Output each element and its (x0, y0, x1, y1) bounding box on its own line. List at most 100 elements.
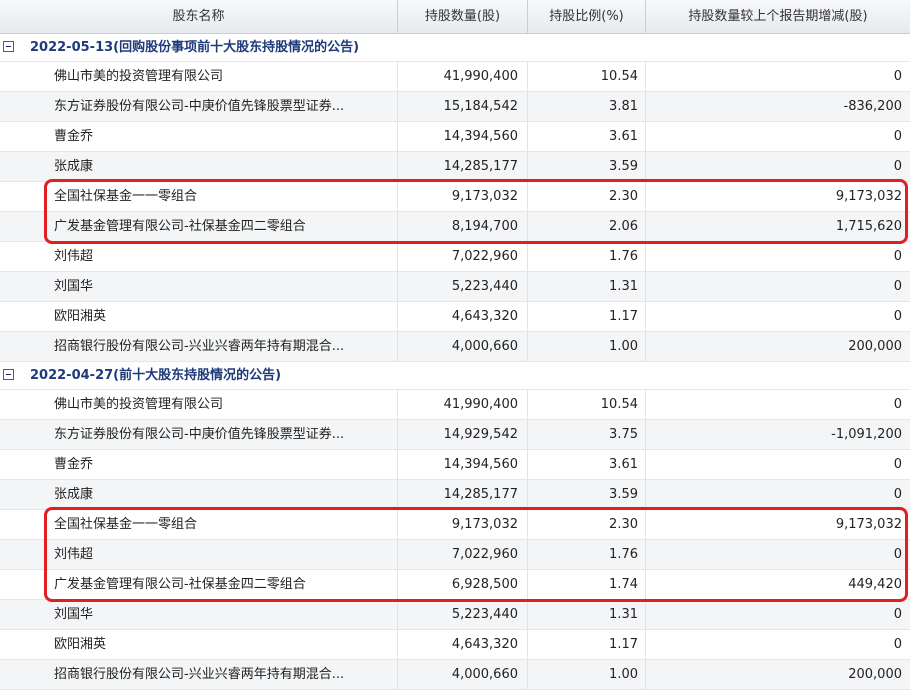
holding-ratio-cell: 1.74 (528, 570, 646, 599)
shares-held-cell: 14,285,177 (398, 152, 528, 181)
shares-change-cell: -1,091,200 (831, 427, 902, 442)
shareholder-name-cell: 刘伟超 (0, 242, 398, 271)
table-row[interactable]: 刘国华 5,223,440 1.31 0 (0, 600, 910, 630)
shares-held-cell: 4,643,320 (398, 630, 528, 659)
shareholder-name-cell: 欧阳湘英 (0, 630, 398, 659)
holding-ratio-cell: 1.17 (528, 302, 646, 331)
shares-change-cell: 0 (893, 547, 902, 562)
table-row[interactable]: 欧阳湘英 4,643,320 1.17 0 (0, 630, 910, 660)
table-row[interactable]: 曹金乔 14,394,560 3.61 0 (0, 450, 910, 480)
shares-held-cell: 41,990,400 (398, 62, 528, 91)
shareholder-name-cell: 佛山市美的投资管理有限公司 (0, 390, 398, 419)
holding-ratio-cell: 1.00 (528, 660, 646, 689)
holding-ratio-cell: 1.00 (528, 332, 646, 361)
table-row[interactable]: 招商银行股份有限公司-兴业兴睿两年持有期混合... 4,000,660 1.00 20… (0, 660, 910, 690)
table-row[interactable]: 全国社保基金一一零组合 9,173,032 2.30 9,173,032 (0, 510, 910, 540)
group-header[interactable]: 2022-04-27(前十大股东持股情况的公告) (0, 362, 910, 390)
table-row[interactable]: 曹金乔 14,394,560 3.61 0 (0, 122, 910, 152)
group-header[interactable]: 2022-05-13(回购股份事项前十大股东持股情况的公告) (0, 34, 910, 62)
shares-held-cell: 6,928,500 (398, 570, 528, 599)
column-header-ratio[interactable]: 持股比例(%) (528, 0, 646, 34)
shareholder-name-cell: 东方证券股份有限公司-中庚价值先锋股票型证券... (0, 92, 398, 121)
shares-change-cell: 9,173,032 (835, 189, 902, 204)
shares-held-cell: 14,285,177 (398, 480, 528, 509)
shareholder-name-cell: 曹金乔 (0, 122, 398, 151)
group-title: 2022-04-27(前十大股东持股情况的公告) (30, 368, 282, 383)
table-row[interactable]: 刘伟超 7,022,960 1.76 0 (0, 242, 910, 272)
holding-ratio-cell: 1.31 (528, 600, 646, 629)
shares-held-cell: 7,022,960 (398, 540, 528, 569)
column-header-change[interactable]: 持股数量较上个报告期增减(股) (646, 0, 910, 34)
shares-held-cell: 5,223,440 (398, 272, 528, 301)
shares-held-cell: 14,394,560 (398, 450, 528, 479)
shares-change-cell: 0 (893, 637, 902, 652)
table-row[interactable]: 张成康 14,285,177 3.59 0 (0, 152, 910, 182)
collapse-toggle-icon[interactable] (3, 41, 14, 52)
shareholder-name-cell: 广发基金管理有限公司-社保基金四二零组合 (0, 570, 398, 599)
shares-change-cell: 0 (893, 279, 902, 294)
shares-change-cell: 0 (893, 607, 902, 622)
table-row[interactable]: 刘伟超 7,022,960 1.76 0 (0, 540, 910, 570)
holding-ratio-cell: 2.30 (528, 510, 646, 539)
column-header-shares[interactable]: 持股数量(股) (398, 0, 528, 34)
collapse-toggle-icon[interactable] (3, 369, 14, 380)
holding-ratio-cell: 1.76 (528, 242, 646, 271)
table-row[interactable]: 广发基金管理有限公司-社保基金四二零组合 8,194,700 2.06 1,715,6… (0, 212, 910, 242)
holding-ratio-cell: 1.31 (528, 272, 646, 301)
holding-ratio-cell: 10.54 (528, 62, 646, 91)
shares-change-cell: 0 (893, 69, 902, 84)
table-row[interactable]: 广发基金管理有限公司-社保基金四二零组合 6,928,500 1.74 449,420 (0, 570, 910, 600)
holding-ratio-cell: 10.54 (528, 390, 646, 419)
shares-change-cell: 0 (893, 129, 902, 144)
shareholder-name-cell: 佛山市美的投资管理有限公司 (0, 62, 398, 91)
holding-ratio-cell: 3.61 (528, 450, 646, 479)
shareholder-name-cell: 张成康 (0, 152, 398, 181)
shares-change-cell: 0 (893, 159, 902, 174)
table-row[interactable]: 佛山市美的投资管理有限公司 41,990,400 10.54 0 (0, 390, 910, 420)
holding-ratio-cell: 1.76 (528, 540, 646, 569)
holding-ratio-cell: 3.59 (528, 152, 646, 181)
shares-held-cell: 9,173,032 (398, 182, 528, 211)
shareholder-name-cell: 广发基金管理有限公司-社保基金四二零组合 (0, 212, 398, 241)
holding-ratio-cell: 3.75 (528, 420, 646, 449)
shares-change-cell: 1,715,620 (835, 219, 902, 234)
shares-change-cell: 0 (893, 397, 902, 412)
shares-held-cell: 15,184,542 (398, 92, 528, 121)
shareholder-name-cell: 全国社保基金一一零组合 (0, 182, 398, 211)
shares-held-cell: 4,000,660 (398, 332, 528, 361)
shares-change-cell: 0 (893, 487, 902, 502)
shareholder-name-cell: 欧阳湘英 (0, 302, 398, 331)
holding-ratio-cell: 3.81 (528, 92, 646, 121)
shares-change-cell: 0 (893, 309, 902, 324)
shares-held-cell: 41,990,400 (398, 390, 528, 419)
shares-held-cell: 7,022,960 (398, 242, 528, 271)
shares-held-cell: 8,194,700 (398, 212, 528, 241)
shares-held-cell: 14,929,542 (398, 420, 528, 449)
shares-held-cell: 4,643,320 (398, 302, 528, 331)
shareholder-name-cell: 全国社保基金一一零组合 (0, 510, 398, 539)
shares-held-cell: 14,394,560 (398, 122, 528, 151)
shares-change-cell: 200,000 (848, 339, 902, 354)
table-row[interactable]: 招商银行股份有限公司-兴业兴睿两年持有期混合... 4,000,660 1.00 20… (0, 332, 910, 362)
shares-held-cell: 5,223,440 (398, 600, 528, 629)
table-row[interactable]: 东方证券股份有限公司-中庚价值先锋股票型证券... 15,184,542 3.81 -… (0, 92, 910, 122)
shares-change-cell: 0 (893, 457, 902, 472)
table-row[interactable]: 张成康 14,285,177 3.59 0 (0, 480, 910, 510)
holding-ratio-cell: 1.17 (528, 630, 646, 659)
shareholder-name-cell: 刘伟超 (0, 540, 398, 569)
table-row[interactable]: 欧阳湘英 4,643,320 1.17 0 (0, 302, 910, 332)
table-row[interactable]: 刘国华 5,223,440 1.31 0 (0, 272, 910, 302)
shares-change-cell: -836,200 (843, 99, 902, 114)
table-row[interactable]: 全国社保基金一一零组合 9,173,032 2.30 9,173,032 (0, 182, 910, 212)
shareholder-name-cell: 刘国华 (0, 272, 398, 301)
shares-change-cell: 9,173,032 (835, 517, 902, 532)
shareholder-name-cell: 刘国华 (0, 600, 398, 629)
shareholder-table: 股东名称 持股数量(股) 持股比例(%) 持股数量较上个报告期增减(股) 202… (0, 0, 910, 693)
table-row[interactable]: 东方证券股份有限公司-中庚价值先锋股票型证券... 14,929,542 3.75 -… (0, 420, 910, 450)
group-title: 2022-05-13(回购股份事项前十大股东持股情况的公告) (30, 40, 360, 55)
holding-ratio-cell: 3.61 (528, 122, 646, 151)
shareholder-name-cell: 张成康 (0, 480, 398, 509)
column-header-name[interactable]: 股东名称 (0, 0, 398, 34)
table-row[interactable]: 佛山市美的投资管理有限公司 41,990,400 10.54 0 (0, 62, 910, 92)
shareholder-name-cell: 曹金乔 (0, 450, 398, 479)
